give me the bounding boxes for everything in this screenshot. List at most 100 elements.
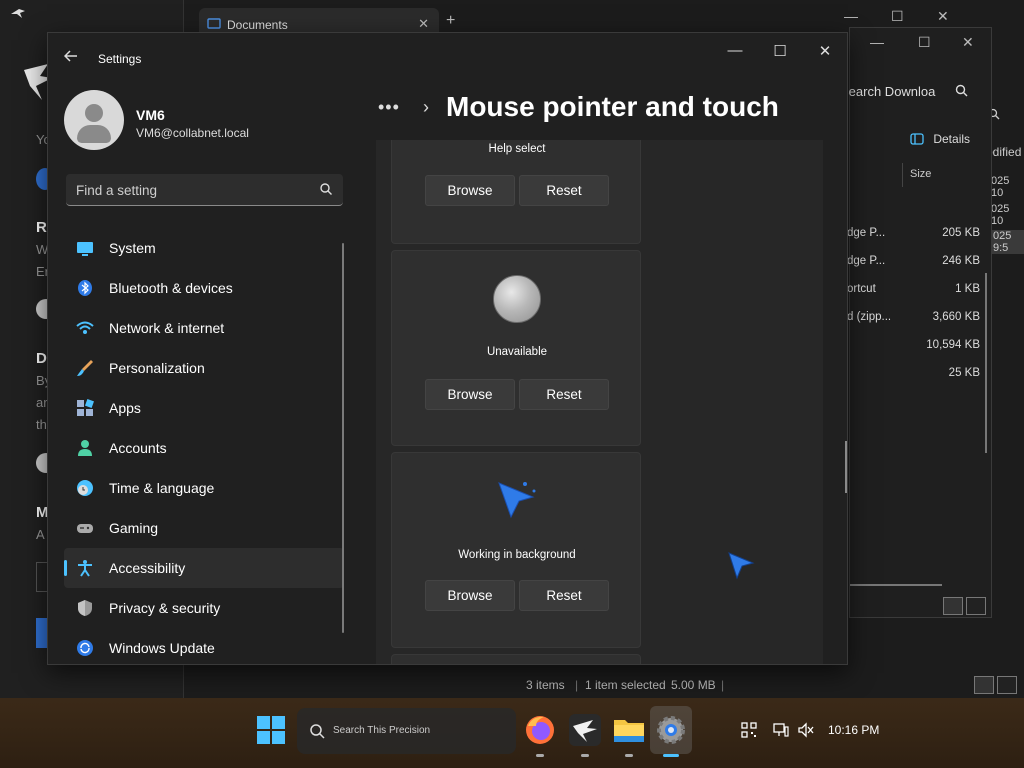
content-scrollbar[interactable] xyxy=(845,441,847,493)
details-button[interactable]: Details xyxy=(910,132,970,146)
sidebar-item-privacy-security[interactable]: Privacy & security xyxy=(64,588,344,628)
list-item[interactable]: 25 KB xyxy=(850,360,980,388)
maximize-icon[interactable]: ☐ xyxy=(918,34,931,51)
list-item[interactable]: ortcut 1 KB xyxy=(847,276,980,304)
file-name: dge P... xyxy=(847,255,886,267)
sidebar-item-label: Windows Update xyxy=(109,640,215,656)
update-icon xyxy=(76,639,94,657)
sidebar-item-label: Personalization xyxy=(109,360,205,376)
minimize-icon[interactable]: — xyxy=(870,34,884,50)
avatar-head xyxy=(85,104,103,122)
running-indicator xyxy=(536,754,544,757)
close-icon[interactable]: ✕ xyxy=(802,39,847,65)
reset-button[interactable]: Reset xyxy=(519,379,609,410)
search-icon xyxy=(320,183,332,195)
tiles-view-icon[interactable] xyxy=(966,597,986,615)
browse-button[interactable]: Browse xyxy=(425,175,515,206)
explorer-status-bar: 3 items | 1 item selected 5.00 MB | xyxy=(330,673,841,698)
status-size: 5.00 MB xyxy=(671,678,716,692)
settings-nav: System Bluetooth & devices Network & inter… xyxy=(64,228,344,664)
list-item[interactable]: d (zipp... 3,660 KB xyxy=(847,304,980,332)
browse-button[interactable]: Browse xyxy=(425,580,515,611)
firefox-icon[interactable] xyxy=(522,712,558,748)
close-icon[interactable]: ✕ xyxy=(962,34,974,51)
back-arrow-icon[interactable] xyxy=(63,49,82,67)
vertical-scrollbar[interactable] xyxy=(985,273,987,453)
column-divider xyxy=(902,163,903,187)
find-setting-placeholder: Find a setting xyxy=(76,183,158,198)
sidebar-item-network-internet[interactable]: Network & internet xyxy=(64,308,344,348)
content-pane: Help select Browse Reset Unavailable Bro… xyxy=(376,140,823,664)
details-view-icon[interactable] xyxy=(943,597,963,615)
new-tab-icon[interactable]: + xyxy=(446,12,455,30)
list-item[interactable]: dge P... 205 KB xyxy=(847,220,980,248)
start-button-icon[interactable] xyxy=(256,715,286,745)
sidebar-item-personalization[interactable]: Personalization xyxy=(64,348,344,388)
date-cell-selected: 025 9:5 xyxy=(991,230,1024,254)
file-name: ortcut xyxy=(847,283,876,295)
maximize-icon[interactable]: ☐ xyxy=(891,8,904,25)
list-item[interactable]: 10,594 KB xyxy=(850,332,980,360)
sidebar-item-label: Time & language xyxy=(109,480,215,496)
shield-icon xyxy=(76,599,94,617)
sidebar-item-apps[interactable]: Apps xyxy=(64,388,344,428)
folder-icon xyxy=(207,18,221,29)
minimize-icon[interactable]: — xyxy=(844,8,858,24)
sidebar-item-windows-update[interactable]: Windows Update xyxy=(64,628,344,664)
sidebar-item-accounts[interactable]: Accounts xyxy=(64,428,344,468)
volume-muted-icon[interactable] xyxy=(798,722,814,738)
details-view-icon[interactable] xyxy=(974,676,994,694)
file-size: 3,660 KB xyxy=(932,311,980,323)
window-title: Settings xyxy=(98,52,142,66)
file-explorer-icon[interactable] xyxy=(611,712,647,748)
taskbar: Search This Precision 10:16 PM xyxy=(0,698,1024,768)
person-icon xyxy=(76,439,94,457)
status-divider: | xyxy=(575,678,579,692)
downloads-search-input[interactable]: Search Downloa xyxy=(840,76,990,106)
breadcrumb-overflow[interactable]: ••• xyxy=(378,97,400,118)
nav-scrollbar[interactable] xyxy=(342,243,344,633)
sidebar-item-gaming[interactable]: Gaming xyxy=(64,508,344,548)
size-column-header[interactable]: Size xyxy=(910,168,931,180)
background-window-downloads[interactable]: — ☐ ✕ Search Downloa Details Size dge P.… xyxy=(840,27,992,618)
list-item[interactable]: dge P... 246 KB xyxy=(847,248,980,276)
brush-icon xyxy=(76,359,94,377)
status-items: 3 items xyxy=(526,678,565,692)
chevron-right-icon: › xyxy=(423,97,429,117)
network-display-icon[interactable] xyxy=(773,722,789,738)
tiles-view-icon[interactable] xyxy=(997,676,1017,694)
sidebar-item-accessibility[interactable]: Accessibility xyxy=(64,548,344,588)
maximize-icon[interactable]: ☐ xyxy=(757,39,803,65)
globe-clock-icon xyxy=(76,479,94,497)
unavailable-cursor-icon xyxy=(493,275,541,323)
details-label: Details xyxy=(933,132,971,146)
tab-documents-label: Documents xyxy=(227,18,288,32)
pointer-card-working-in-background: Working in background Browse Reset xyxy=(391,452,641,648)
clock[interactable]: 10:16 PM xyxy=(828,723,879,737)
sidebar-item-bluetooth-devices[interactable]: Bluetooth & devices xyxy=(64,268,344,308)
taskbar-search-placeholder: Search This Precision xyxy=(333,725,431,736)
horizontal-scrollbar[interactable] xyxy=(850,584,942,586)
minimize-icon[interactable]: — xyxy=(712,39,758,65)
qr-code-icon[interactable] xyxy=(741,722,757,738)
close-icon[interactable]: ✕ xyxy=(937,8,949,25)
avatar[interactable] xyxy=(64,90,124,150)
avatar-body xyxy=(77,125,111,143)
taskbar-search-input[interactable]: Search This Precision xyxy=(297,708,516,754)
sidebar-item-system[interactable]: System xyxy=(64,228,344,268)
background-window-right-strip: odified 025 10 025 10 025 9:5 xyxy=(986,0,1024,698)
search-icon xyxy=(955,84,968,97)
accessibility-icon xyxy=(76,559,94,577)
status-selected: 1 item selected xyxy=(585,678,666,692)
reset-button[interactable]: Reset xyxy=(519,580,609,611)
browse-button[interactable]: Browse xyxy=(425,379,515,410)
status-divider: | xyxy=(721,678,725,692)
sidebar-item-label: Privacy & security xyxy=(109,600,221,616)
close-tab-icon[interactable]: ✕ xyxy=(418,16,429,32)
sidebar-item-time-language[interactable]: Time & language xyxy=(64,468,344,508)
settings-gear-icon[interactable] xyxy=(653,712,689,748)
pointer-card-next xyxy=(391,654,641,664)
reset-button[interactable]: Reset xyxy=(519,175,609,206)
find-setting-input[interactable]: Find a setting xyxy=(66,174,343,206)
eagle-app-icon[interactable] xyxy=(567,712,603,748)
